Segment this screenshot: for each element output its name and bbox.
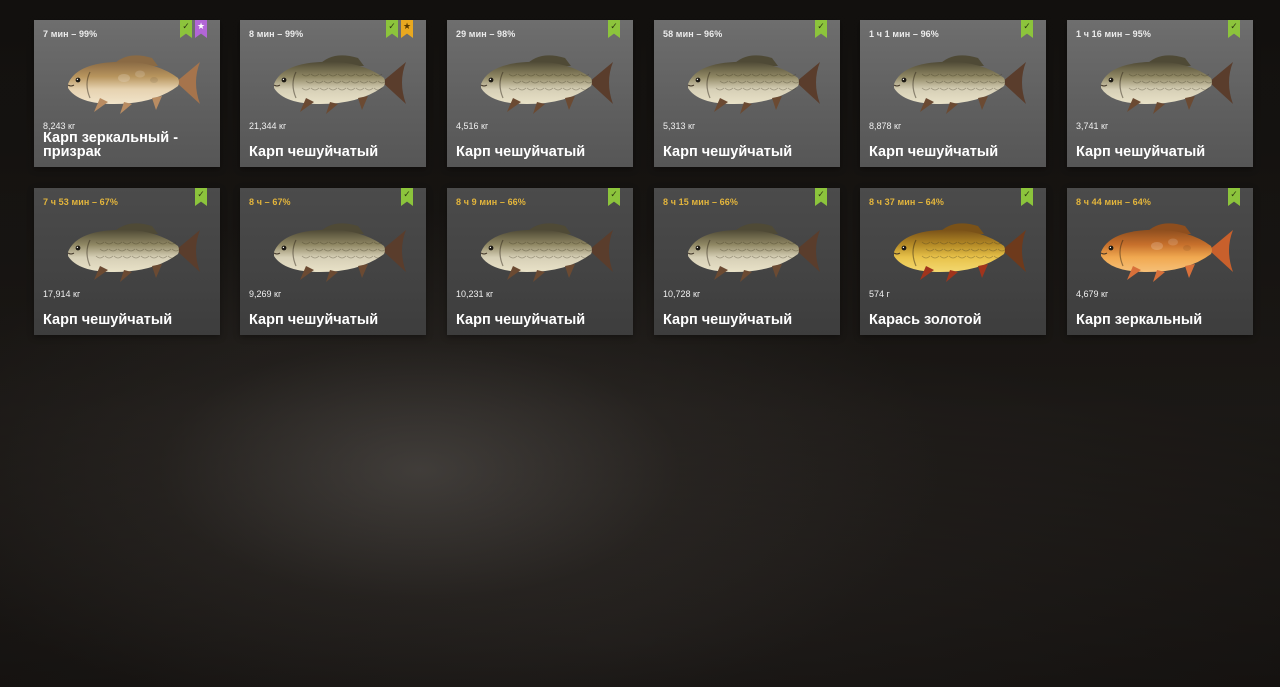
common-carp-icon [880, 44, 1030, 120]
fish-name: Карп чешуйчатый [1076, 144, 1206, 160]
common-carp-icon [674, 212, 824, 288]
catch-card[interactable]: 1 ч 16 мин – 95% ✓ 3,741 кг Карп чешуйчаты… [1067, 20, 1253, 167]
catch-weight: 10,728 кг [663, 289, 701, 299]
fish-name: Карп чешуйчатый [456, 144, 586, 160]
check-ribbon-icon: ✓ [1228, 188, 1240, 206]
badge-group: ✓ [608, 188, 620, 206]
fish-name: Карп чешуйчатый [869, 144, 999, 160]
catch-time-quality: 8 ч 37 мин – 64% [869, 197, 944, 207]
badge-group: ✓ [1021, 20, 1033, 38]
catch-time-quality: 7 мин – 99% [43, 29, 98, 39]
badge-group: ✓ ★ [180, 20, 207, 38]
catch-time-quality: 8 мин – 99% [249, 29, 304, 39]
fish-name: Карась золотой [869, 312, 982, 328]
badge-group: ✓ [608, 20, 620, 38]
catch-weight: 574 г [869, 289, 890, 299]
catch-weight: 4,679 кг [1076, 289, 1109, 299]
badge-group: ✓ ★ [386, 20, 413, 38]
badge-group: ✓ [1228, 188, 1240, 206]
catch-card[interactable]: 8 ч 37 мин – 64% ✓ 574 г Карась золотой [860, 188, 1046, 335]
check-ribbon-icon: ✓ [1021, 20, 1033, 38]
check-ribbon-icon: ✓ [386, 20, 398, 38]
common-carp-icon [54, 212, 204, 288]
catch-card[interactable]: 58 мин – 96% ✓ 5,313 кг Карп чешуйчатый [654, 20, 840, 167]
common-carp-icon [467, 44, 617, 120]
fish-name: Карп чешуйчатый [43, 312, 173, 328]
catch-card[interactable]: 8 ч 9 мин – 66% ✓ 10,231 кг Карп чешуйчаты… [447, 188, 633, 335]
catch-card[interactable]: 8 ч 15 мин – 66% ✓ 10,728 кг Карп чешуйчат… [654, 188, 840, 335]
ghost-ribbon-icon: ★ [195, 20, 207, 38]
catch-time-quality: 29 мин – 98% [456, 29, 516, 39]
mirror-carp-icon [1087, 212, 1237, 288]
badge-group: ✓ [1228, 20, 1240, 38]
catch-weight: 21,344 кг [249, 121, 287, 131]
badge-group: ✓ [815, 20, 827, 38]
fish-name: Карп зеркальный - призрак [43, 130, 179, 160]
catch-time-quality: 8 ч 15 мин – 66% [663, 197, 738, 207]
catch-time-quality: 1 ч 16 мин – 95% [1076, 29, 1151, 39]
common-carp-icon [674, 44, 824, 120]
catch-time-quality: 1 ч 1 мин – 96% [869, 29, 939, 39]
catch-time-quality: 8 ч 44 мин – 64% [1076, 197, 1151, 207]
catch-time-quality: 8 ч 9 мин – 66% [456, 197, 526, 207]
goldfish-icon [880, 212, 1030, 288]
common-carp-icon [260, 212, 410, 288]
catch-card[interactable]: 8 мин – 99% ✓ ★ 21,344 кг Карп чешуйчатый [240, 20, 426, 167]
check-ribbon-icon: ✓ [401, 188, 413, 206]
check-ribbon-icon: ✓ [180, 20, 192, 38]
check-ribbon-icon: ✓ [195, 188, 207, 206]
catch-weight: 5,313 кг [663, 121, 696, 131]
catch-card[interactable]: 29 мин – 98% ✓ 4,516 кг Карп чешуйчатый [447, 20, 633, 167]
check-ribbon-icon: ✓ [815, 20, 827, 38]
catch-time-quality: 8 ч – 67% [249, 197, 291, 207]
check-ribbon-icon: ✓ [1021, 188, 1033, 206]
catch-card[interactable]: 8 ч – 67% ✓ 9,269 кг Карп чешуйчатый [240, 188, 426, 335]
catch-card[interactable]: 7 мин – 99% ✓ ★ 8,243 кг Карп зеркальный… [34, 20, 220, 167]
common-carp-icon [1087, 44, 1237, 120]
fish-name: Карп чешуйчатый [663, 144, 793, 160]
catch-card[interactable]: 8 ч 44 мин – 64% ✓ 4,679 кг Карп зеркаль… [1067, 188, 1253, 335]
mirror-carp-ghost-icon [54, 44, 204, 120]
catch-time-quality: 58 мин – 96% [663, 29, 723, 39]
catch-time-quality: 7 ч 53 мин – 67% [43, 197, 118, 207]
check-ribbon-icon: ✓ [608, 20, 620, 38]
fish-name: Карп зеркальный [1076, 312, 1203, 328]
catch-weight: 9,269 кг [249, 289, 282, 299]
common-carp-icon [260, 44, 410, 120]
fish-name: Карп чешуйчатый [456, 312, 586, 328]
badge-group: ✓ [1021, 188, 1033, 206]
check-ribbon-icon: ✓ [1228, 20, 1240, 38]
catch-weight: 4,516 кг [456, 121, 489, 131]
catch-card[interactable]: 1 ч 1 мин – 96% ✓ 8,878 кг Карп чешуйчатый [860, 20, 1046, 167]
catch-weight: 10,231 кг [456, 289, 494, 299]
catch-card[interactable]: 7 ч 53 мин – 67% ✓ 17,914 кг Карп чешуйчат… [34, 188, 220, 335]
check-ribbon-icon: ✓ [608, 188, 620, 206]
catch-weight: 8,878 кг [869, 121, 902, 131]
catch-weight: 3,741 кг [1076, 121, 1109, 131]
badge-group: ✓ [401, 188, 413, 206]
common-carp-icon [467, 212, 617, 288]
trophy-ribbon-icon: ★ [401, 20, 413, 38]
fish-name: Карп чешуйчатый [249, 144, 379, 160]
fish-name: Карп чешуйчатый [663, 312, 793, 328]
fish-name: Карп чешуйчатый [249, 312, 379, 328]
badge-group: ✓ [815, 188, 827, 206]
check-ribbon-icon: ✓ [815, 188, 827, 206]
badge-group: ✓ [195, 188, 207, 206]
catch-weight: 17,914 кг [43, 289, 81, 299]
